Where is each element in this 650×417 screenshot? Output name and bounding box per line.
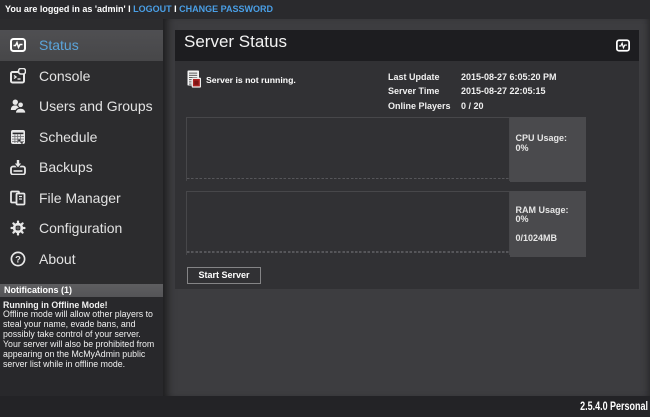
svg-text:?: ? xyxy=(15,254,21,265)
